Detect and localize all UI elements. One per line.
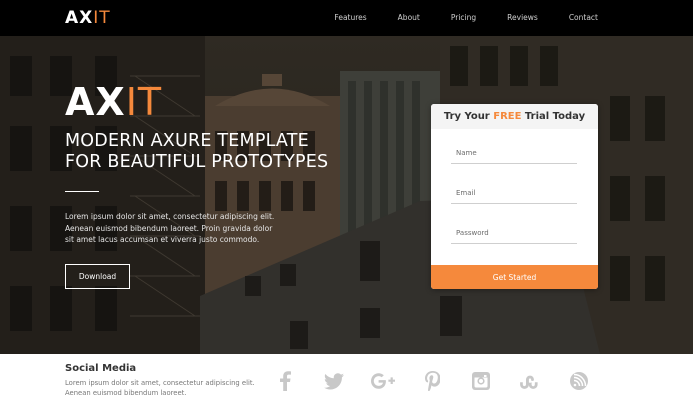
hero-logo-accent: IT — [125, 80, 163, 124]
password-field — [451, 222, 577, 244]
hero-headline-line2: FOR BEAUTIFUL PROTOTYPES — [65, 152, 329, 172]
brand-logo-accent: IT — [93, 8, 111, 28]
pinterest-icon[interactable] — [419, 368, 445, 394]
hero-headline: MODERN AXURE TEMPLATE FOR BEAUTIFUL PROT… — [65, 131, 328, 173]
email-input[interactable] — [451, 182, 577, 204]
hero-logo: AXIT — [65, 80, 162, 124]
name-input[interactable] — [451, 142, 577, 164]
hero-description: Lorem ipsum dolor sit amet, consectetur … — [65, 212, 275, 244]
hero-section: AXIT MODERN AXURE TEMPLATE FOR BEAUTIFUL… — [0, 36, 693, 354]
email-field — [451, 182, 577, 204]
top-navbar: AXIT Features About Pricing Reviews Cont… — [0, 0, 693, 36]
facebook-icon[interactable] — [272, 368, 298, 394]
hero-divider — [65, 191, 99, 192]
nav-link-pricing[interactable]: Pricing — [451, 13, 476, 22]
hero-headline-line1: MODERN AXURE TEMPLATE — [65, 131, 309, 151]
download-button[interactable]: Download — [65, 264, 130, 289]
get-started-button[interactable]: Get Started — [431, 265, 598, 289]
nav-links: Features About Pricing Reviews Contact — [303, 13, 598, 22]
social-footer: Social Media Lorem ipsum dolor sit amet,… — [0, 354, 693, 400]
trial-signup-card: Try Your FREE Trial Today Get Started — [431, 104, 598, 289]
trial-title-prefix: Try Your — [443, 111, 490, 122]
name-field — [451, 142, 577, 164]
google-plus-icon[interactable] — [370, 368, 396, 394]
password-input[interactable] — [451, 222, 577, 244]
trial-signup-title: Try Your FREE Trial Today — [431, 104, 598, 129]
nav-link-features[interactable]: Features — [334, 13, 366, 22]
social-media-text: Lorem ipsum dolor sit amet, consectetur … — [65, 379, 255, 397]
nav-link-contact[interactable]: Contact — [569, 13, 598, 22]
brand-logo-prefix: AX — [65, 8, 94, 28]
nav-link-reviews[interactable]: Reviews — [507, 13, 538, 22]
instagram-icon[interactable] — [468, 368, 494, 394]
social-icons — [272, 368, 615, 394]
trial-title-suffix: Trial Today — [524, 111, 586, 122]
nav-link-about[interactable]: About — [398, 13, 420, 22]
stumbleupon-icon[interactable] — [517, 368, 543, 394]
trial-title-highlight: FREE — [493, 111, 522, 122]
brand-logo[interactable]: AXIT — [65, 8, 111, 28]
hero-logo-prefix: AX — [65, 80, 126, 124]
twitter-icon[interactable] — [321, 368, 347, 394]
social-media-title: Social Media — [65, 363, 137, 374]
rss-icon[interactable] — [566, 368, 592, 394]
